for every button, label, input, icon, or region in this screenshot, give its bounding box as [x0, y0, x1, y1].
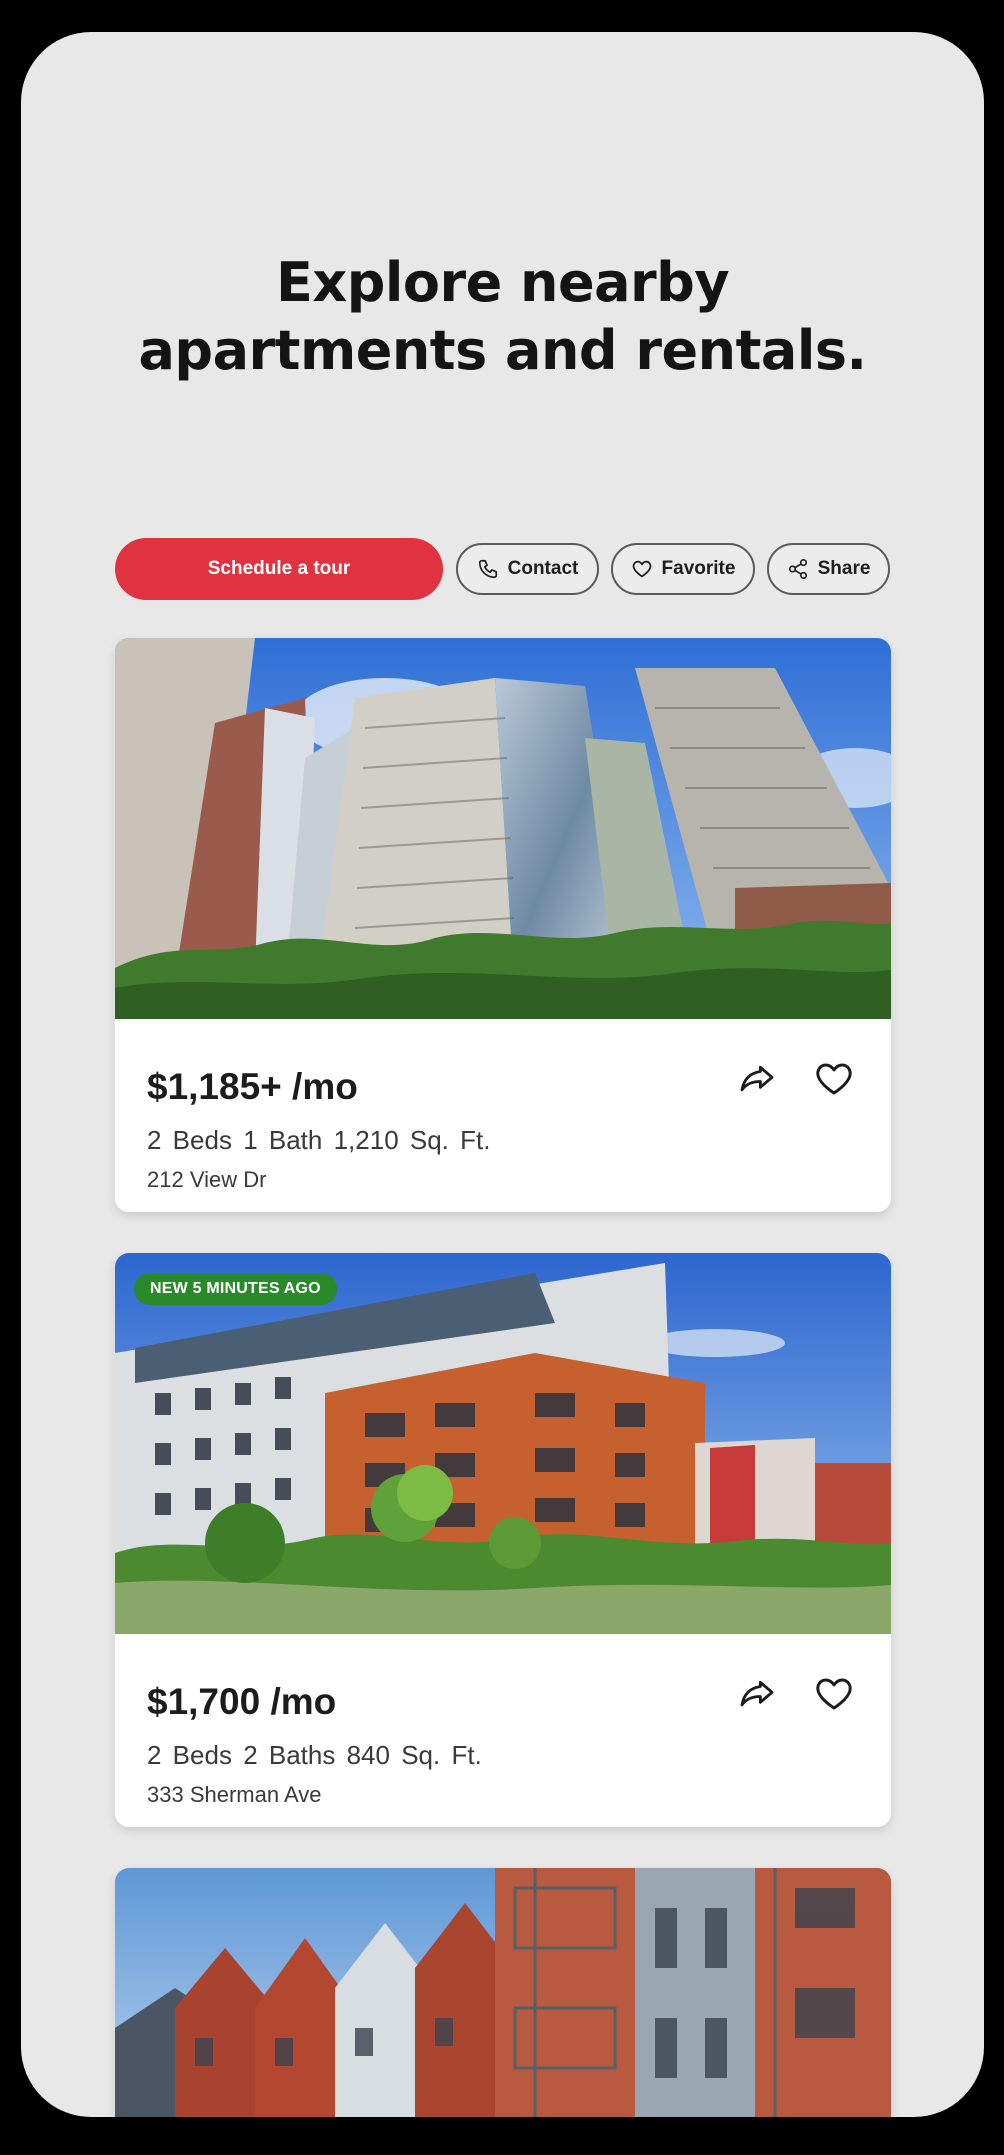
listing-price: $1,700 /mo — [147, 1681, 337, 1722]
schedule-tour-button[interactable]: Schedule a tour — [115, 538, 443, 600]
listing-favorite-button[interactable] — [808, 1053, 860, 1105]
share-button[interactable]: Share — [767, 543, 890, 595]
listing-beds: 2 Beds — [147, 1125, 232, 1155]
page-title-line-1: Explore nearby — [275, 251, 730, 314]
listing-info: $1,185+ /mo 2 Beds 1 Bath 1,210 Sq. Ft. … — [115, 1019, 891, 1212]
listing-sqft: 840 Sq. Ft. — [346, 1740, 482, 1770]
listing-baths: 2 Baths — [243, 1740, 336, 1770]
listing-share-button[interactable] — [731, 1668, 783, 1720]
listing-share-button[interactable] — [731, 1053, 783, 1105]
page-title-line-2: apartments and rentals. — [138, 319, 867, 382]
action-bar: Schedule a tour Contact Favorite Share — [115, 538, 895, 600]
listing-address: 212 View Dr — [147, 1167, 267, 1192]
listing-specs: 2 Beds 2 Baths 840 Sq. Ft. — [147, 1740, 482, 1771]
listing-baths: 1 Bath — [243, 1125, 323, 1155]
app-screen: Explore nearby apartments and rentals. S… — [21, 32, 984, 2117]
listing-address: 333 Sherman Ave — [147, 1782, 322, 1807]
contact-button[interactable]: Contact — [456, 543, 599, 595]
heart-outline-icon — [816, 1678, 852, 1710]
heart-outline-icon — [816, 1063, 852, 1095]
listing-card[interactable]: $1,185+ /mo 2 Beds 1 Bath 1,210 Sq. Ft. … — [115, 638, 891, 1212]
listing-card[interactable] — [115, 1868, 891, 2117]
phone-icon — [478, 559, 497, 579]
favorite-button[interactable]: Favorite — [611, 543, 755, 595]
listing-card[interactable]: NEW 5 MINUTES AGO $1,700 /mo 2 Beds 2 Ba… — [115, 1253, 891, 1827]
listing-specs: 2 Beds 1 Bath 1,210 Sq. Ft. — [147, 1125, 490, 1156]
listing-photo[interactable] — [115, 1868, 891, 2117]
forward-arrow-icon — [740, 1680, 774, 1707]
forward-arrow-icon — [740, 1065, 774, 1092]
heart-icon — [632, 560, 651, 578]
listing-sqft: 1,210 Sq. Ft. — [333, 1125, 491, 1155]
page-title: Explore nearby apartments and rentals. — [21, 249, 984, 385]
listing-price: $1,185+ /mo — [147, 1066, 358, 1107]
contact-label: Contact — [507, 558, 579, 579]
listing-info: $1,700 /mo 2 Beds 2 Baths 840 Sq. Ft. 33… — [115, 1634, 891, 1827]
listing-favorite-button[interactable] — [808, 1668, 860, 1720]
new-listing-badge: NEW 5 MINUTES AGO — [134, 1273, 337, 1305]
listing-photo[interactable] — [115, 638, 891, 1019]
share-label: Share — [817, 558, 871, 579]
share-nodes-icon — [788, 559, 807, 579]
listing-beds: 2 Beds — [147, 1740, 232, 1770]
listing-photo[interactable] — [115, 1253, 891, 1634]
favorite-label: Favorite — [661, 558, 736, 579]
